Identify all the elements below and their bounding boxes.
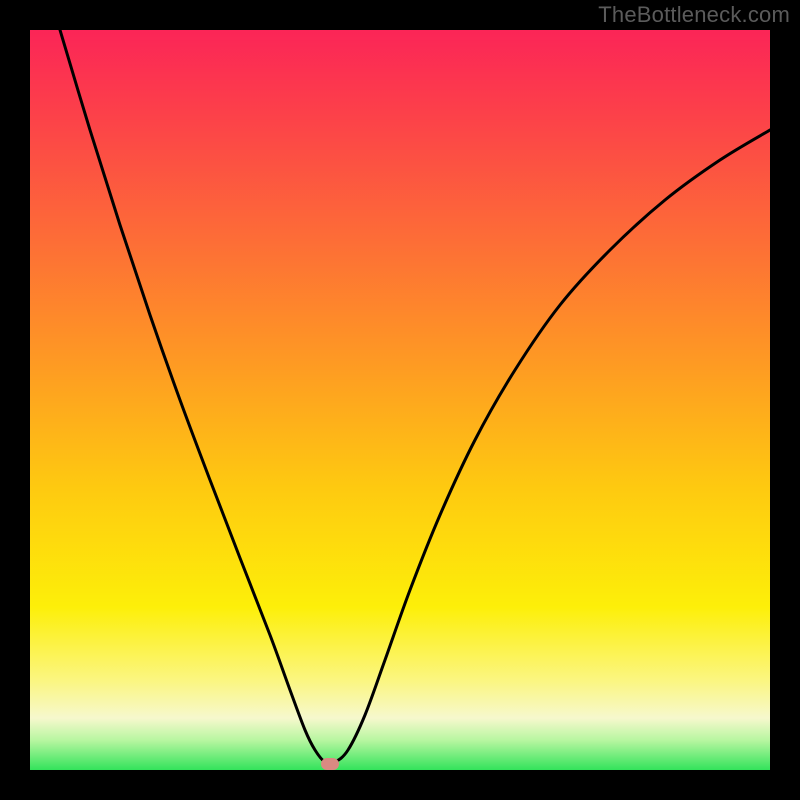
- optimal-point-marker: [321, 758, 339, 770]
- chart-plot-area: [30, 30, 770, 770]
- chart-curve-layer: [30, 30, 770, 770]
- bottleneck-curve: [60, 30, 770, 764]
- watermark-text: TheBottleneck.com: [598, 2, 790, 28]
- chart-frame: TheBottleneck.com: [0, 0, 800, 800]
